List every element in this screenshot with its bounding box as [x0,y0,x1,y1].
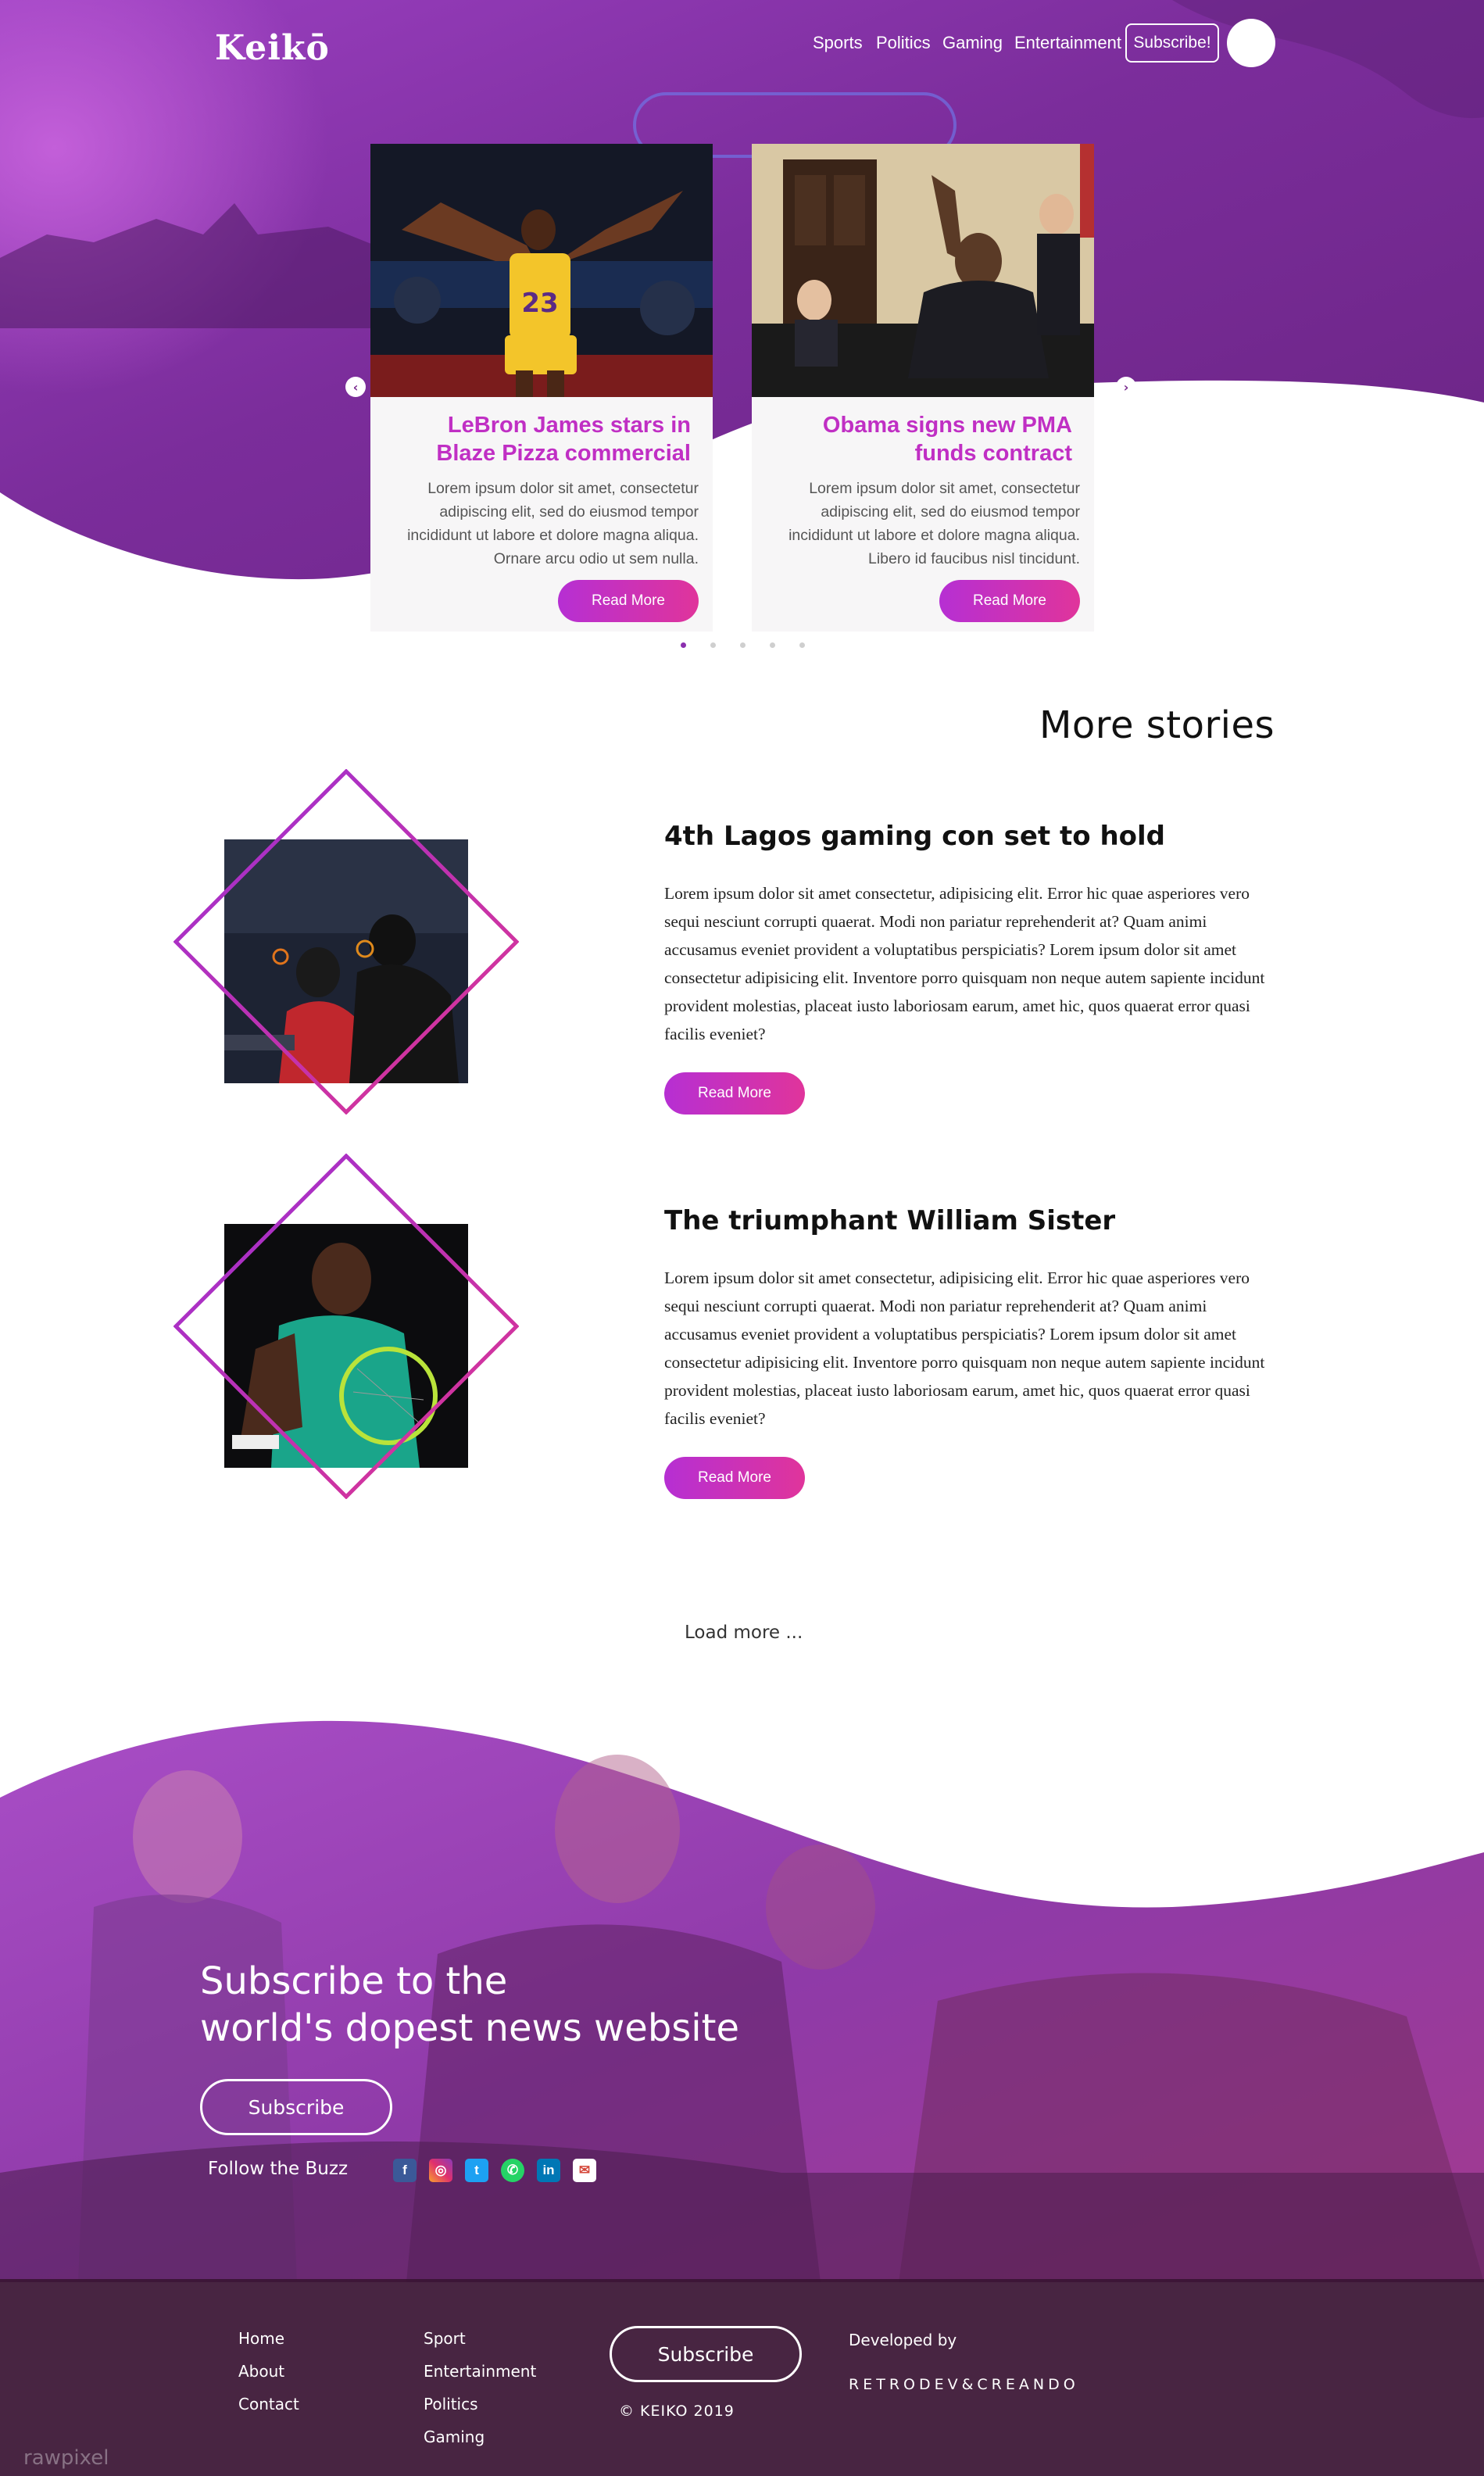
carousel-next-button[interactable]: › [1116,377,1136,397]
read-more-button[interactable]: Read More [558,580,699,622]
jersey-number: 23 [521,288,558,319]
facebook-icon[interactable]: f [393,2159,417,2182]
footer-link-politics[interactable]: Politics [424,2395,478,2413]
footer-subscribe-button[interactable]: Subscribe [610,2326,802,2382]
footer-link-contact[interactable]: Contact [238,2395,299,2413]
card-image-signing [752,144,1094,397]
footer-link-sport[interactable]: Sport [424,2329,466,2348]
mail-icon[interactable]: ✉ [573,2159,596,2182]
nav-subscribe-button[interactable]: Subscribe! [1125,23,1219,63]
copyright: © KEIKO 2019 [619,2403,735,2420]
nav-sports[interactable]: Sports [813,30,863,56]
story-title[interactable]: 4th Lagos gaming con set to hold [664,821,1165,852]
footer-link-gaming[interactable]: Gaming [424,2428,485,2446]
nav-politics[interactable]: Politics [876,30,931,56]
story-body: Lorem ipsum dolor sit amet consectetur, … [664,884,1265,1043]
load-more-button[interactable]: Load more ... [685,1623,803,1643]
read-more-button[interactable]: Read More [939,580,1080,622]
developed-by-label: Developed by [849,2331,957,2349]
linkedin-icon[interactable]: in [537,2159,560,2182]
card-title[interactable]: Obama signs new PMA funds contract [775,411,1072,467]
story-body: Lorem ipsum dolor sit amet consectetur, … [664,1268,1265,1428]
carousel-prev-button[interactable]: ‹ [345,377,366,397]
subscribe-button[interactable]: Subscribe [200,2079,392,2135]
watermark: rawpixel [23,2446,109,2470]
nav-entertainment[interactable]: Entertainment [1014,30,1121,56]
carousel-dot[interactable] [710,642,716,648]
avatar[interactable] [1227,19,1275,67]
card-text: Lorem ipsum dolor sit amet, consectetur … [788,480,1080,567]
section-title: More stories [1039,703,1275,747]
story-title[interactable]: The triumphant William Sister [664,1205,1115,1236]
diamond-frame [173,769,519,1115]
whatsapp-icon[interactable]: ✆ [501,2159,524,2182]
diamond-frame [173,1154,519,1499]
instagram-icon[interactable]: ◎ [429,2159,452,2182]
footer-link-about[interactable]: About [238,2362,284,2381]
carousel-card: Obama signs new PMA funds contract Lorem… [752,144,1094,632]
follow-label: Follow the Buzz [208,2159,349,2179]
card-text: Lorem ipsum dolor sit amet, consectetur … [407,480,699,567]
card-image-basketball: 23 [370,144,713,397]
site-logo[interactable]: Keikō [215,28,330,68]
carousel-dot[interactable] [681,642,686,648]
chevron-left-icon: ‹ [352,379,359,395]
developer-name[interactable]: RETRODEV&CREANDO [849,2376,1079,2393]
subscribe-title: Subscribe to the world's dopest news web… [200,1959,739,2050]
carousel-dot[interactable] [799,642,805,648]
carousel-dot[interactable] [770,642,775,648]
hero-background [0,0,1484,580]
nav-gaming[interactable]: Gaming [942,30,1003,56]
carousel-card: 23 LeBron James stars in Blaze Pizza com… [370,144,713,632]
chevron-right-icon: › [1123,379,1129,395]
read-more-button[interactable]: Read More [664,1457,805,1499]
twitter-icon[interactable]: t [465,2159,488,2182]
footer-link-home[interactable]: Home [238,2329,284,2348]
carousel-dot[interactable] [740,642,746,648]
card-title[interactable]: LeBron James stars in Blaze Pizza commer… [394,411,691,467]
footer-link-entertainment[interactable]: Entertainment [424,2362,536,2381]
read-more-button[interactable]: Read More [664,1072,805,1115]
